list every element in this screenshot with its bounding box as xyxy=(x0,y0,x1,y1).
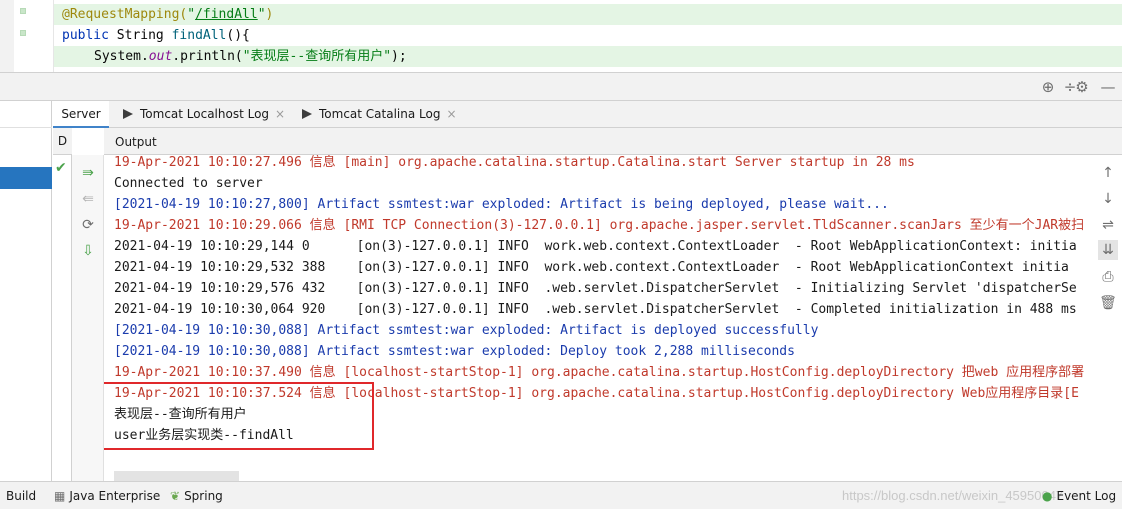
code-token: .println( xyxy=(172,49,243,64)
code-token: (){ xyxy=(226,28,250,43)
status-label: Event Log xyxy=(1056,489,1117,503)
string-token: "表现层--查询所有用户" xyxy=(242,49,392,64)
close-icon[interactable]: × xyxy=(446,107,456,121)
console-line: 2021-04-19 10:10:29,532 388 [on(3)-127.0… xyxy=(114,260,1069,275)
annotation-token: @RequestMapping( xyxy=(62,7,188,22)
highlight-box xyxy=(104,382,374,450)
deploy-icon[interactable]: ⇛ xyxy=(78,163,98,183)
change-marker xyxy=(20,30,26,36)
undeploy-icon[interactable]: ⇚ xyxy=(78,189,98,209)
minimize-icon[interactable]: — xyxy=(1098,77,1118,97)
watermark: https://blog.csdn.net/weixin_45950047 xyxy=(842,488,1064,503)
console-line: [2021-04-19 10:10:27,800] Artifact ssmte… xyxy=(114,197,889,212)
status-spring[interactable]: ❦ Spring xyxy=(170,482,223,510)
action-toolbar: ⇛ ⇚ ⟳ ⇩ xyxy=(72,155,104,481)
string-token: /findAll xyxy=(195,7,258,22)
deployment-header[interactable]: D xyxy=(53,128,72,155)
code-line-1[interactable]: @RequestMapping("/findAll") xyxy=(54,4,1122,25)
tab-label: Server xyxy=(61,107,101,121)
editor-gutter xyxy=(0,0,14,72)
status-bar: Build ▦ Java Enterprise ❦ Spring https://b… xyxy=(0,481,1122,509)
keyword-token: public xyxy=(62,28,109,43)
scroll-to-end-icon[interactable]: ⇊ xyxy=(1098,240,1118,260)
method-token: findAll xyxy=(171,28,227,43)
output-title: Output xyxy=(115,135,157,149)
arrow-down-icon[interactable]: ↓ xyxy=(1098,189,1118,209)
deployment-column xyxy=(53,128,72,481)
status-build[interactable]: Build xyxy=(6,482,36,510)
tab-server[interactable]: Server xyxy=(53,101,109,128)
trash-icon[interactable]: 🗑 xyxy=(1098,293,1118,313)
arrow-up-icon[interactable]: ↑ xyxy=(1098,163,1118,183)
tomcat-icon xyxy=(302,109,312,119)
console-line: 19-Apr-2021 10:10:29.066 信息 [RMI TCP Con… xyxy=(114,218,1085,233)
tab-bar: Server Tomcat Localhost Log × Tomcat Cata… xyxy=(53,101,1122,128)
console-line: 2021-04-19 10:10:29,576 432 [on(3)-127.0… xyxy=(114,281,1077,296)
code-editor[interactable]: @RequestMapping("/findAll") public Strin… xyxy=(0,0,1122,72)
output-header: Output xyxy=(104,128,1122,155)
code-token: ); xyxy=(391,49,407,64)
type-token: String xyxy=(108,28,172,43)
console-output[interactable]: 19-Apr-2021 10:10:27.496 信息 [main] org.a… xyxy=(104,155,1094,481)
print-icon[interactable]: ⎙ xyxy=(1098,267,1118,287)
horizontal-scrollbar[interactable] xyxy=(114,471,239,481)
status-label: Build xyxy=(6,489,37,503)
update-icon[interactable]: ⇩ xyxy=(78,241,98,261)
code-line-3[interactable]: System.out.println("表现层--查询所有用户"); xyxy=(54,46,1122,67)
tree-selected-row[interactable] xyxy=(0,167,52,189)
console-line: Connected to server xyxy=(114,176,263,191)
console-line: 19-Apr-2021 10:10:27.496 信息 [main] org.a… xyxy=(114,155,915,170)
change-marker xyxy=(20,8,26,14)
string-token: " xyxy=(257,7,266,22)
crosshair-icon[interactable]: ⊕ xyxy=(1038,77,1058,97)
console-line: 19-Apr-2021 10:10:37.490 信息 [localhost-s… xyxy=(114,365,1085,380)
close-icon[interactable]: × xyxy=(275,107,285,121)
status-java-enterprise[interactable]: ▦ Java Enterprise xyxy=(54,482,160,510)
field-token: out xyxy=(148,49,173,64)
spring-icon: ❦ xyxy=(170,489,181,503)
tab-tomcat-catalina-log[interactable]: Tomcat Catalina Log × xyxy=(302,101,457,128)
console-line: [2021-04-19 10:10:30,088] Artifact ssmte… xyxy=(114,344,795,359)
console-line: 2021-04-19 10:10:30,064 920 [on(3)-127.0… xyxy=(114,302,1077,317)
check-icon: ✔ xyxy=(55,160,67,176)
gear-icon[interactable]: ⚙ xyxy=(1072,77,1092,97)
refresh-icon[interactable]: ⟳ xyxy=(78,215,98,235)
tab-label: Tomcat Catalina Log xyxy=(319,107,441,121)
status-label: Java Enterprise xyxy=(69,489,161,503)
console-toolbar: ↑ ↓ ⇌ ⇊ ⎙ 🗑 xyxy=(1094,155,1122,481)
java-enterprise-icon: ▦ xyxy=(54,489,66,503)
string-token: " xyxy=(187,7,196,22)
soft-wrap-icon[interactable]: ⇌ xyxy=(1098,215,1118,235)
console-line: 2021-04-19 10:10:29,144 0 [on(3)-127.0.0… xyxy=(114,239,1077,254)
tab-label: Tomcat Localhost Log xyxy=(140,107,270,121)
tool-window-header: ⊕ ÷ ⚙ — xyxy=(0,72,1122,101)
code-line-2[interactable]: public String findAll(){ xyxy=(54,25,1122,46)
divider xyxy=(0,127,52,128)
status-label: Spring xyxy=(184,489,223,503)
event-log-icon: ● xyxy=(1042,489,1053,503)
tab-tomcat-localhost-log[interactable]: Tomcat Localhost Log × xyxy=(123,101,285,128)
services-tree-panel xyxy=(0,101,52,481)
status-event-log[interactable]: ● Event Log xyxy=(1042,482,1116,510)
console-line: [2021-04-19 10:10:30,088] Artifact ssmte… xyxy=(114,323,819,338)
annotation-token: ) xyxy=(265,7,274,22)
tomcat-icon xyxy=(123,109,133,119)
code-token: System. xyxy=(94,49,149,64)
